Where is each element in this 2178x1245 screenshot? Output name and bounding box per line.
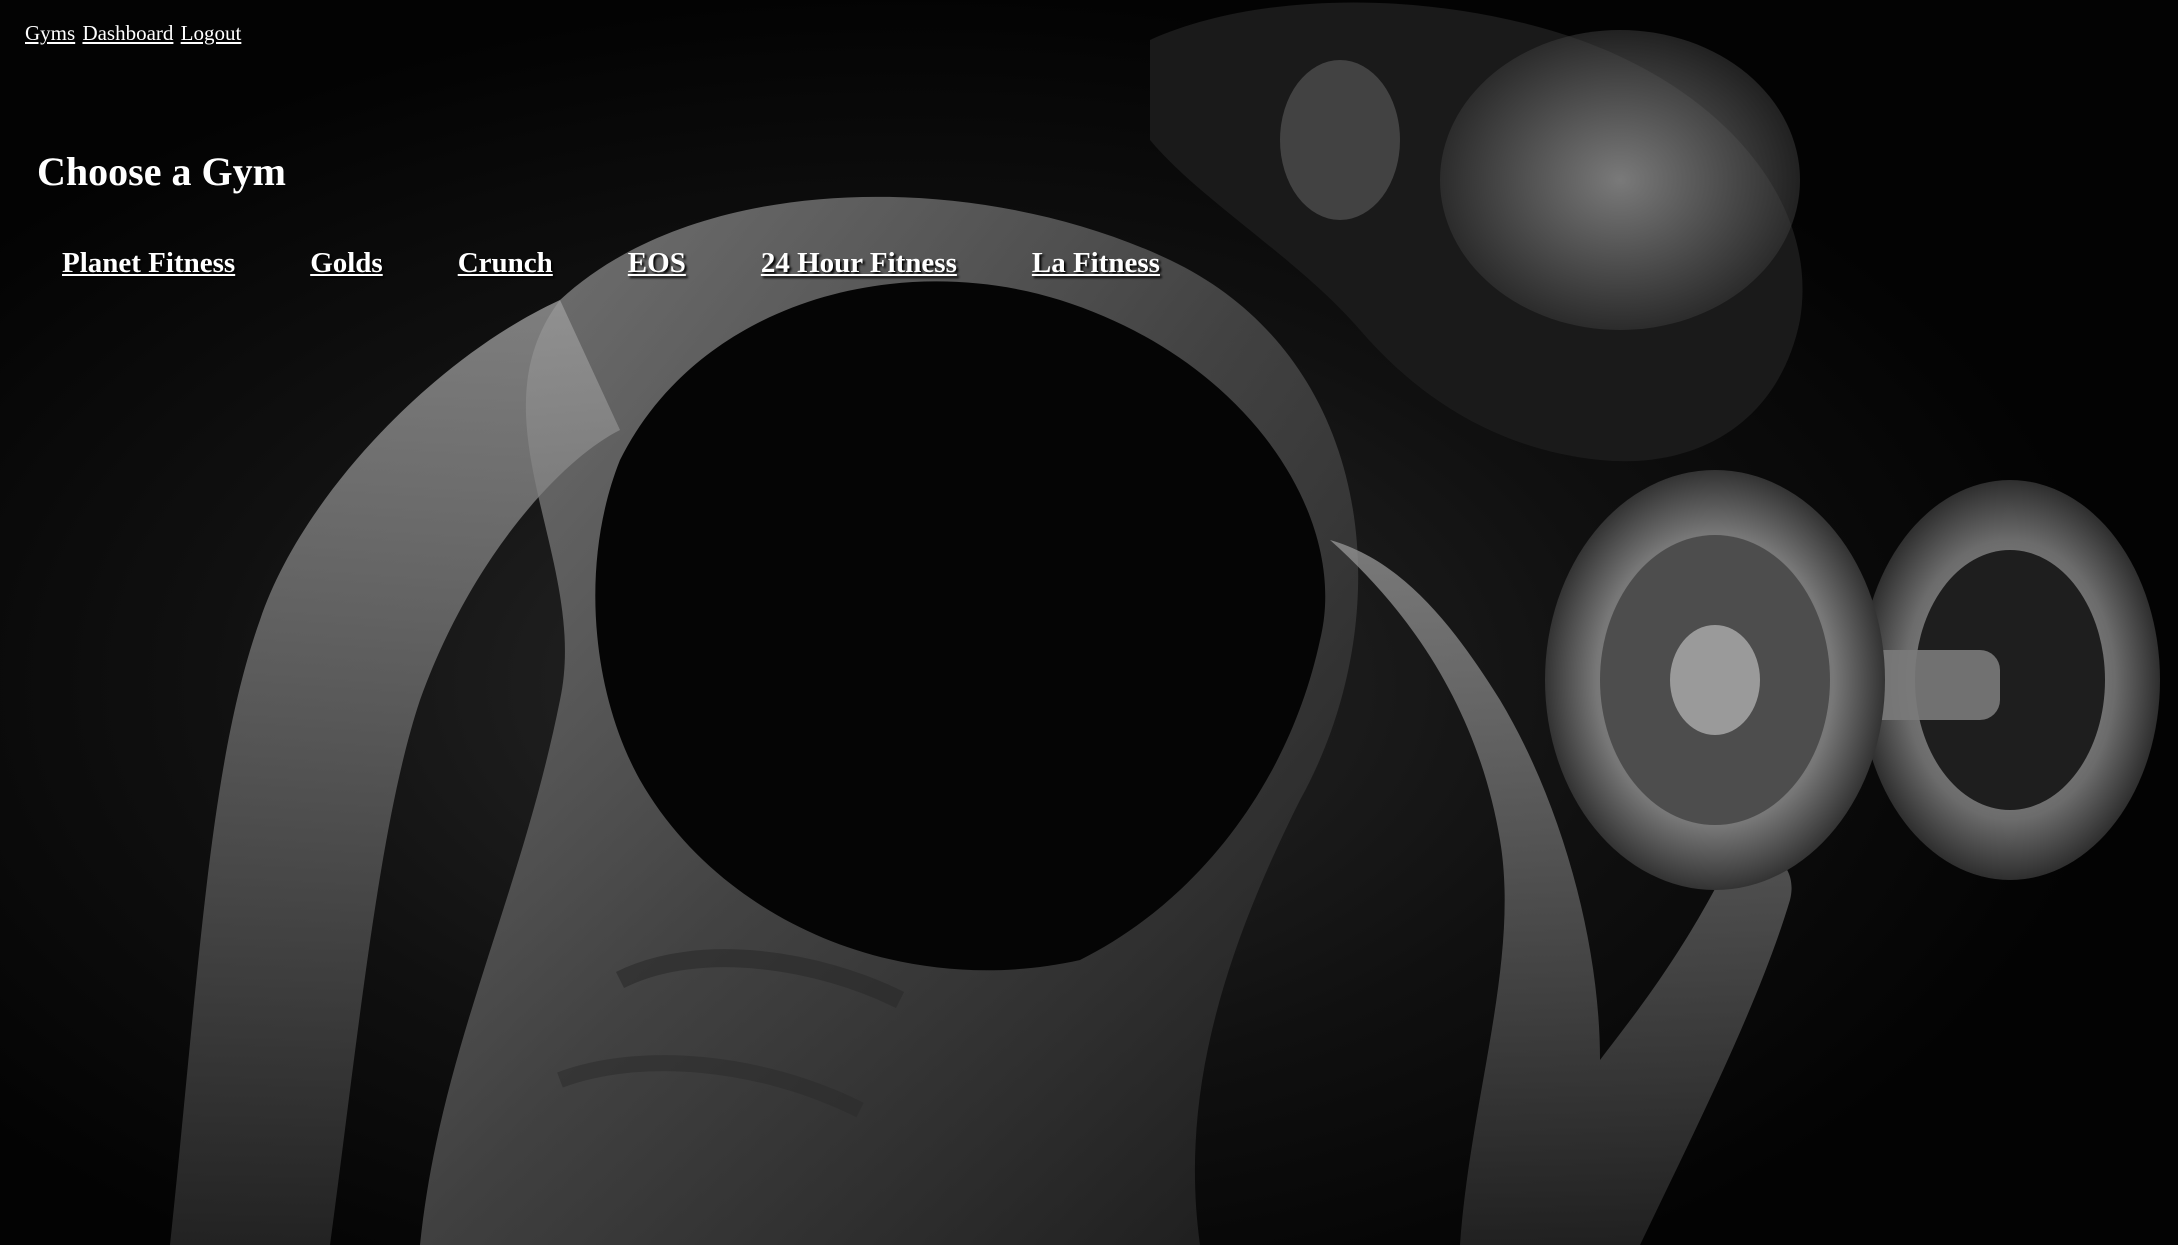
nav-link-gyms[interactable]: Gyms: [25, 21, 75, 45]
nav-link-dashboard[interactable]: Dashboard: [82, 21, 173, 45]
gym-link-golds[interactable]: Golds: [310, 246, 383, 280]
gym-link-la-fitness[interactable]: La Fitness: [1032, 246, 1160, 280]
gym-link-planet-fitness[interactable]: Planet Fitness: [62, 246, 235, 280]
gym-link-crunch[interactable]: Crunch: [458, 246, 553, 280]
gym-link-eos[interactable]: EOS: [628, 246, 686, 280]
gym-link-24-hour-fitness[interactable]: 24 Hour Fitness: [761, 246, 957, 280]
top-nav: Gyms Dashboard Logout: [25, 21, 243, 45]
gym-list: Planet Fitness Golds Crunch EOS 24 Hour …: [62, 246, 1160, 280]
nav-link-logout[interactable]: Logout: [181, 21, 242, 45]
page-title: Choose a Gym: [37, 149, 286, 194]
background-photo: [0, 0, 2178, 1245]
